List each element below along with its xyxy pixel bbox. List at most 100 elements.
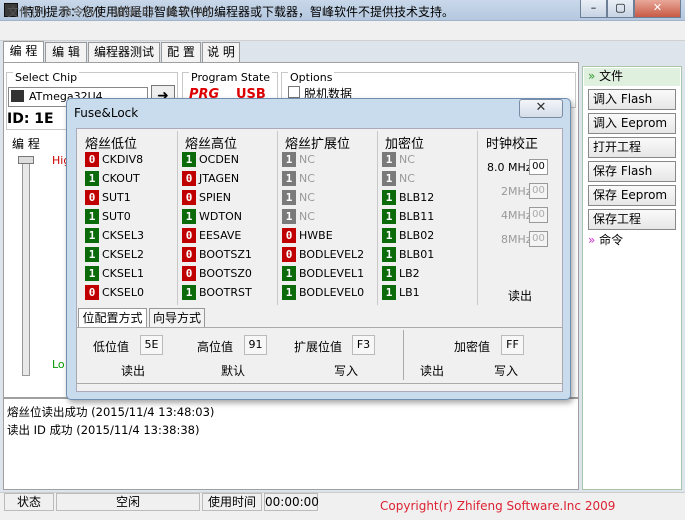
fuse-bit-label: BLB12 xyxy=(399,191,435,204)
fuse-bit-label: HWBE xyxy=(299,229,333,242)
offline-checkbox[interactable] xyxy=(288,86,300,98)
close-button[interactable]: ✕ xyxy=(634,0,681,18)
clock-read-button[interactable]: 读出 xyxy=(508,287,532,304)
fuse-bit-toggle[interactable]: 1 xyxy=(282,285,296,300)
clock-freq-label: 8.0 MHz xyxy=(487,161,532,174)
fuse-bit-toggle[interactable]: 1 xyxy=(282,152,296,167)
fuse-bit-toggle[interactable]: 1 xyxy=(182,285,196,300)
select-chip-title: Select Chip xyxy=(13,71,80,84)
menu-about[interactable]: 关于(W) xyxy=(166,3,211,20)
tab-config[interactable]: 配 置 xyxy=(161,42,201,62)
fuse-bit-toggle[interactable]: 1 xyxy=(85,228,99,243)
fuse-bit-label: BLB11 xyxy=(399,210,435,223)
open-project-button[interactable]: 打开工程 xyxy=(588,137,676,158)
fuse-read-button[interactable]: 读出 xyxy=(121,362,145,379)
fuse-bit-label: LB2 xyxy=(399,267,420,280)
fuse-bit-toggle[interactable]: 0 xyxy=(182,247,196,262)
clock-cal-input[interactable]: 00 xyxy=(529,159,548,175)
fuse-bit-toggle[interactable]: 1 xyxy=(382,228,396,243)
fuse-bit-toggle[interactable]: 1 xyxy=(85,171,99,186)
fuse-bit-toggle[interactable]: 1 xyxy=(282,266,296,281)
fuse-bit-label: NC xyxy=(299,172,315,185)
menu-file[interactable]: 文件(F) xyxy=(7,3,47,20)
tab-program[interactable]: 编 程 xyxy=(3,41,44,63)
menu-bar xyxy=(0,21,685,41)
fuse-bit-toggle[interactable]: 0 xyxy=(85,190,99,205)
command-section-header[interactable]: » 命令 xyxy=(584,232,680,250)
speed-slider[interactable] xyxy=(22,156,30,376)
fuse-bit-toggle[interactable]: 1 xyxy=(382,209,396,224)
fuse-bit-label: SUT1 xyxy=(102,191,131,204)
lock-value-input[interactable]: FF xyxy=(501,335,524,355)
fuse-bit-toggle[interactable]: 0 xyxy=(182,171,196,186)
fuse-bit-toggle[interactable]: 1 xyxy=(85,247,99,262)
log-line: 熔丝位读出成功 (2015/11/4 13:48:03) xyxy=(7,405,215,419)
maximize-button[interactable]: ▢ xyxy=(607,0,634,18)
fuse-bit-label: BODLEVEL0 xyxy=(299,286,365,299)
fuse-bit-toggle[interactable]: 1 xyxy=(182,209,196,224)
fuse-bit-toggle[interactable]: 1 xyxy=(382,152,396,167)
save-project-button[interactable]: 保存工程 xyxy=(588,209,676,230)
fuse-bit-label: EESAVE xyxy=(199,229,242,242)
fuse-bit-toggle[interactable]: 1 xyxy=(282,171,296,186)
fuse-bit-toggle[interactable]: 0 xyxy=(282,247,296,262)
clock-cal-input[interactable]: 00 xyxy=(529,183,548,199)
fuse-default-button[interactable]: 默认 xyxy=(221,362,245,379)
ext-value-input[interactable]: F3 xyxy=(352,335,375,355)
fuse-bit-toggle[interactable]: 1 xyxy=(382,190,396,205)
menu-edit[interactable]: 编辑(E) xyxy=(113,3,154,20)
status-label: 状态 xyxy=(4,493,54,511)
file-section-label: 文件 xyxy=(599,69,624,83)
fuse-bit-label: NC xyxy=(299,210,315,223)
clock-cal-input[interactable]: 00 xyxy=(529,231,548,247)
fuse-bit-label: OCDEN xyxy=(199,153,239,166)
tab-wizard[interactable]: 向导方式 xyxy=(149,308,205,328)
fuse-bit-label: CKDIV8 xyxy=(102,153,144,166)
fuse-bit-toggle[interactable]: 0 xyxy=(282,228,296,243)
load-flash-button[interactable]: 调入 Flash xyxy=(588,89,676,110)
fuse-bit-toggle[interactable]: 1 xyxy=(382,266,396,281)
speed-slider-thumb[interactable] xyxy=(18,156,34,164)
tab-edit[interactable]: 编 辑 xyxy=(45,42,87,62)
fuse-bit-toggle[interactable]: 0 xyxy=(182,228,196,243)
minimize-button[interactable]: – xyxy=(580,0,607,18)
save-flash-button[interactable]: 保存 Flash xyxy=(588,161,676,182)
fuse-bit-toggle[interactable]: 1 xyxy=(382,171,396,186)
fuse-bit-label: SPIEN xyxy=(199,191,232,204)
fuse-bit-label: BLB01 xyxy=(399,248,435,261)
dialog-close-button[interactable]: ✕ xyxy=(519,99,563,118)
fuse-bit-toggle[interactable]: 1 xyxy=(282,190,296,205)
fuse-low-header: 熔丝低位 xyxy=(85,137,138,152)
chip-icon xyxy=(11,90,24,102)
chevron-down-icon: » xyxy=(588,69,596,83)
fuse-bit-toggle[interactable]: 0 xyxy=(182,266,196,281)
low-value-input[interactable]: 5E xyxy=(140,335,163,355)
fuse-bit-toggle[interactable]: 1 xyxy=(382,247,396,262)
tab-bit-config[interactable]: 位配置方式 xyxy=(78,308,147,328)
lock-read-button[interactable]: 读出 xyxy=(420,362,444,379)
fuse-bit-label: BODLEVEL1 xyxy=(299,267,365,280)
fuse-bit-toggle[interactable]: 0 xyxy=(85,152,99,167)
tab-programmer-test[interactable]: 编程器测试 xyxy=(88,42,160,62)
lock-write-button[interactable]: 写入 xyxy=(494,362,518,379)
fuse-bit-toggle[interactable]: 1 xyxy=(382,285,396,300)
fuse-ext-header: 熔丝扩展位 xyxy=(285,137,351,152)
file-section-header[interactable]: » 文件 xyxy=(584,68,680,86)
high-value-input[interactable]: 91 xyxy=(244,335,267,355)
fuse-bit-toggle[interactable]: 1 xyxy=(85,209,99,224)
fuse-bit-toggle[interactable]: 1 xyxy=(182,152,196,167)
load-eeprom-button[interactable]: 调入 Eeprom xyxy=(588,113,676,134)
log-line: 读出 ID 成功 (2015/11/4 13:38:38) xyxy=(7,423,200,437)
menu-command[interactable]: 命令(V) xyxy=(60,3,102,20)
fuse-bit-toggle[interactable]: 0 xyxy=(182,190,196,205)
fuse-bit-toggle[interactable]: 1 xyxy=(85,266,99,281)
fuse-bit-toggle[interactable]: 1 xyxy=(282,209,296,224)
fuse-write-button[interactable]: 写入 xyxy=(334,362,358,379)
tab-help[interactable]: 说 明 xyxy=(202,42,240,62)
clock-cal-input[interactable]: 00 xyxy=(529,207,548,223)
fuse-bit-label: NC xyxy=(299,153,315,166)
fuse-bit-label: BOOTRST xyxy=(199,286,252,299)
save-eeprom-button[interactable]: 保存 Eeprom xyxy=(588,185,676,206)
fuse-bit-toggle[interactable]: 0 xyxy=(85,285,99,300)
fuse-bit-label: CKSEL1 xyxy=(102,267,144,280)
